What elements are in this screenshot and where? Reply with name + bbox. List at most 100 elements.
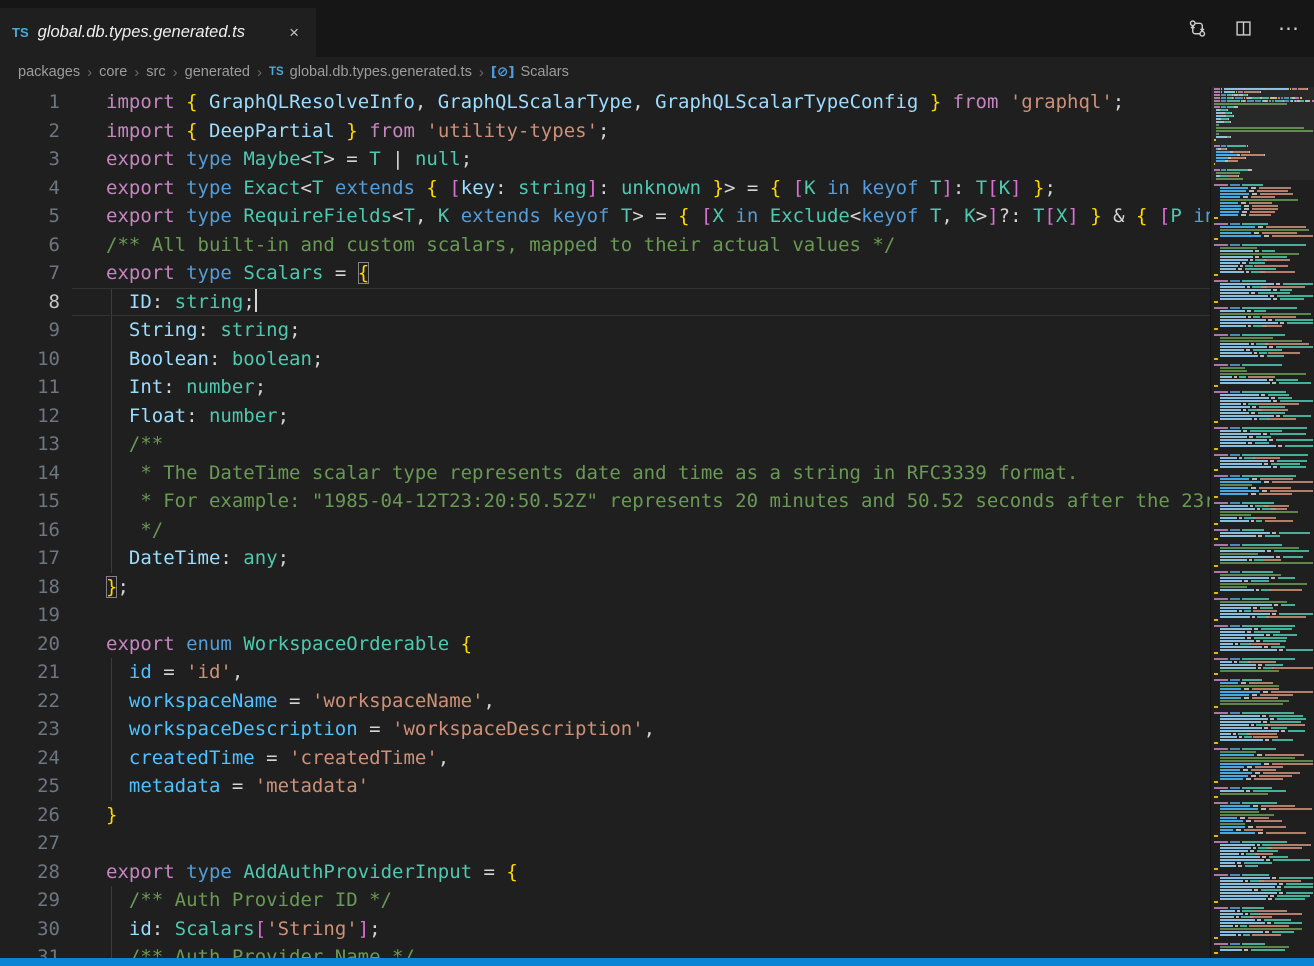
code-line-22: 22 workspaceName = 'workspaceName', <box>0 687 1210 716</box>
code-line-11: 11 Int: number; <box>0 373 1210 402</box>
line-number: 29 <box>0 886 60 915</box>
indent-guide <box>111 658 112 687</box>
line-number: 11 <box>0 373 60 402</box>
code-line-3: 3export type Maybe<T> = T | null; <box>0 145 1210 174</box>
line-number: 28 <box>0 858 60 887</box>
open-changes-icon[interactable] <box>1182 13 1212 43</box>
code-editor[interactable]: 1import { GraphQLResolveInfo, GraphQLSca… <box>0 87 1210 958</box>
line-number: 24 <box>0 744 60 773</box>
line-number: 26 <box>0 801 60 830</box>
line-number: 12 <box>0 402 60 431</box>
breadcrumb-separator: › <box>134 64 139 81</box>
code-text: ID: string; <box>60 288 1210 317</box>
code-line-5: 5export type RequireFields<T, K extends … <box>0 202 1210 231</box>
indent-guide <box>111 487 112 516</box>
code-line-10: 10 Boolean: boolean; <box>0 345 1210 374</box>
code-line-18: 18}; <box>0 573 1210 602</box>
indent-guide <box>111 459 112 488</box>
code-line-1: 1import { GraphQLResolveInfo, GraphQLSca… <box>0 88 1210 117</box>
line-number: 4 <box>0 174 60 203</box>
code-text: /** <box>60 430 1210 459</box>
code-line-2: 2import { DeepPartial } from 'utility-ty… <box>0 117 1210 146</box>
line-number: 1 <box>0 88 60 117</box>
indent-guide <box>111 288 112 317</box>
indent-guide <box>111 772 112 801</box>
line-number: 6 <box>0 231 60 260</box>
code-text: /** Auth Provider ID */ <box>60 886 1210 915</box>
line-number: 25 <box>0 772 60 801</box>
code-text: workspaceName = 'workspaceName', <box>60 687 1210 716</box>
indent-guide <box>111 744 112 773</box>
line-number: 15 <box>0 487 60 516</box>
code-line-20: 20export enum WorkspaceOrderable { <box>0 630 1210 659</box>
line-number: 9 <box>0 316 60 345</box>
typescript-file-icon: TS <box>269 66 284 78</box>
code-text: metadata = 'metadata' <box>60 772 1210 801</box>
indent-guide <box>111 886 112 915</box>
code-text: workspaceDescription = 'workspaceDescrip… <box>60 715 1210 744</box>
code-line-30: 30 id: Scalars['String']; <box>0 915 1210 944</box>
code-line-24: 24 createdTime = 'createdTime', <box>0 744 1210 773</box>
line-number: 17 <box>0 544 60 573</box>
indent-guide <box>111 544 112 573</box>
breadcrumb-separator: › <box>257 64 262 81</box>
indent-guide <box>111 373 112 402</box>
breadcrumb-item-src[interactable]: src <box>146 64 165 80</box>
line-number: 13 <box>0 430 60 459</box>
code-line-27: 27 <box>0 829 1210 858</box>
code-text: id: Scalars['String']; <box>60 915 1210 944</box>
code-line-4: 4export type Exact<T extends { [key: str… <box>0 174 1210 203</box>
line-number: 21 <box>0 658 60 687</box>
code-text: Float: number; <box>60 402 1210 431</box>
breadcrumb-item-symbol[interactable]: Scalars <box>521 64 569 80</box>
breadcrumb-item-core[interactable]: core <box>99 64 127 80</box>
code-line-28: 28export type AddAuthProviderInput = { <box>0 858 1210 887</box>
code-text <box>60 829 1210 858</box>
code-line-21: 21 id = 'id', <box>0 658 1210 687</box>
breadcrumb-item-packages[interactable]: packages <box>18 64 80 80</box>
text-cursor <box>255 289 257 312</box>
code-text: * The DateTime scalar type represents da… <box>60 459 1210 488</box>
tab-close-icon[interactable]: × <box>284 22 304 43</box>
code-line-15: 15 * For example: "1985-04-12T23:20:50.5… <box>0 487 1210 516</box>
code-text: import { GraphQLResolveInfo, GraphQLScal… <box>60 88 1210 117</box>
code-line-9: 9 String: string; <box>0 316 1210 345</box>
tab-title: global.db.types.generated.ts <box>38 23 274 42</box>
code-text: export type Scalars = { <box>60 259 1210 288</box>
bottom-status-strip <box>0 958 1314 966</box>
vscode-window: TS global.db.types.generated.ts × <box>0 0 1314 966</box>
line-number: 31 <box>0 943 60 958</box>
code-line-19: 19 <box>0 601 1210 630</box>
breadcrumb-separator: › <box>87 64 92 81</box>
line-number: 23 <box>0 715 60 744</box>
indent-guide <box>111 943 112 958</box>
editor-tab[interactable]: TS global.db.types.generated.ts × <box>0 8 316 57</box>
split-editor-icon[interactable] <box>1228 13 1258 43</box>
code-text: String: string; <box>60 316 1210 345</box>
indent-guide <box>111 402 112 431</box>
code-line-7: 7export type Scalars = { <box>0 259 1210 288</box>
indent-guide <box>111 345 112 374</box>
code-lines: 1import { GraphQLResolveInfo, GraphQLSca… <box>0 88 1210 958</box>
line-number: 27 <box>0 829 60 858</box>
code-text: /** Auth Provider Name */ <box>60 943 1210 958</box>
line-number: 7 <box>0 259 60 288</box>
code-text: } <box>60 801 1210 830</box>
code-text: id = 'id', <box>60 658 1210 687</box>
code-line-16: 16 */ <box>0 516 1210 545</box>
code-line-23: 23 workspaceDescription = 'workspaceDesc… <box>0 715 1210 744</box>
minimap-viewport[interactable] <box>1211 87 1314 180</box>
breadcrumb: packages›core›src›generated›TSglobal.db.… <box>0 57 1210 87</box>
tab-bar: TS global.db.types.generated.ts × <box>0 0 1314 57</box>
code-line-25: 25 metadata = 'metadata' <box>0 772 1210 801</box>
indent-guide <box>111 430 112 459</box>
more-actions-icon[interactable]: ⋯ <box>1274 13 1304 43</box>
breadcrumb-item-generated[interactable]: generated <box>185 64 250 80</box>
code-text: Int: number; <box>60 373 1210 402</box>
code-text: export type AddAuthProviderInput = { <box>60 858 1210 887</box>
line-number: 16 <box>0 516 60 545</box>
minimap[interactable] <box>1210 87 1314 958</box>
code-text: export type Maybe<T> = T | null; <box>60 145 1210 174</box>
code-line-29: 29 /** Auth Provider ID */ <box>0 886 1210 915</box>
breadcrumb-item-file[interactable]: global.db.types.generated.ts <box>290 64 472 80</box>
